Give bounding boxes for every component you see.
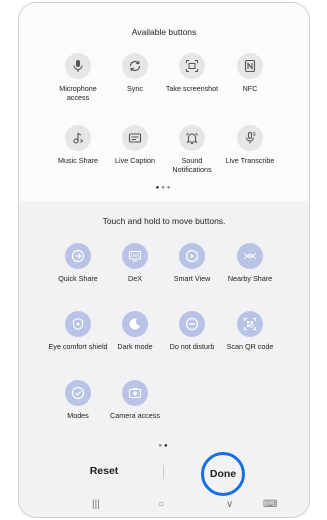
- camera-icon: [122, 380, 148, 406]
- smart-view-icon: [179, 243, 205, 269]
- available-item-sync[interactable]: Sync: [105, 53, 165, 94]
- reset-button[interactable]: Reset: [69, 465, 139, 477]
- action-bar: Reset Done: [19, 451, 309, 496]
- active-item-modes[interactable]: Modes: [48, 380, 108, 421]
- active-item-dex[interactable]: DeX DeX: [105, 243, 165, 284]
- sync-icon: [122, 53, 148, 79]
- active-item-label: Modes: [67, 411, 89, 420]
- available-item-label: Microphone access: [59, 84, 97, 102]
- available-item-microphone[interactable]: Microphone access: [48, 53, 108, 102]
- available-item-music-share[interactable]: Music Share: [48, 125, 108, 166]
- dex-icon: DeX: [122, 243, 148, 269]
- active-item-camera-access[interactable]: Camera access: [105, 380, 165, 421]
- active-item-label: Eye comfort shield: [48, 342, 108, 351]
- svg-text:DeX: DeX: [131, 253, 140, 258]
- music-share-icon: [65, 125, 91, 151]
- active-page-indicator: ●●: [158, 443, 170, 449]
- available-item-label: Music Share: [58, 156, 98, 165]
- active-item-label: DeX: [128, 274, 142, 283]
- modes-icon: [65, 380, 91, 406]
- active-item-do-not-disturb[interactable]: Do not disturb: [162, 311, 222, 352]
- action-divider: [163, 465, 164, 479]
- do-not-disturb-icon: [179, 311, 205, 337]
- microphone-icon: [65, 53, 91, 79]
- eye-comfort-icon: [65, 311, 91, 337]
- move-buttons-hint: Touch and hold to move buttons.: [102, 216, 226, 226]
- qr-code-icon: [237, 311, 263, 337]
- screenshot-icon: [179, 53, 205, 79]
- available-item-screenshot[interactable]: Take screenshot: [162, 53, 222, 94]
- active-item-smart-view[interactable]: Smart View: [162, 243, 222, 284]
- available-item-label: Live Caption: [115, 156, 155, 165]
- available-item-nfc[interactable]: NFC: [220, 53, 280, 94]
- nearby-share-icon: [237, 243, 263, 269]
- active-item-quick-share[interactable]: Quick Share: [48, 243, 108, 284]
- active-item-label: Nearby Share: [227, 274, 273, 283]
- available-item-label: Take screenshot: [165, 84, 219, 93]
- available-item-label: Live Transcribe: [225, 156, 275, 165]
- available-buttons-title: Available buttons: [131, 27, 197, 37]
- available-item-live-caption[interactable]: Live Caption: [105, 125, 165, 166]
- active-item-nearby-share[interactable]: Nearby Share: [220, 243, 280, 284]
- active-item-label: Scan QR code: [226, 342, 274, 351]
- recents-icon[interactable]: |||: [92, 499, 100, 510]
- active-item-label: Do not disturb: [169, 342, 215, 351]
- available-item-label: NFC: [242, 84, 258, 93]
- quick-share-icon: [65, 243, 91, 269]
- active-item-eye-comfort[interactable]: Eye comfort shield: [48, 311, 108, 352]
- available-page-indicator: ●●●: [155, 185, 173, 191]
- available-item-sound-notifications[interactable]: Sound Notifications: [162, 125, 222, 174]
- home-icon[interactable]: ○: [158, 499, 164, 510]
- navigation-bar: ||| ○ ∨ ⌨: [19, 497, 309, 517]
- keyboard-icon[interactable]: ⌨: [263, 499, 277, 510]
- available-item-label: Sync: [127, 84, 143, 93]
- phone-frame: Available buttons Microphone access Sync…: [18, 2, 310, 518]
- live-transcribe-icon: [237, 125, 263, 151]
- available-item-live-transcribe[interactable]: Live Transcribe: [220, 125, 280, 166]
- live-caption-icon: [122, 125, 148, 151]
- available-item-label: Sound Notifications: [172, 156, 212, 174]
- available-buttons-panel: Available buttons Microphone access Sync…: [19, 3, 309, 201]
- back-icon[interactable]: ∨: [226, 499, 233, 510]
- active-item-qr-code[interactable]: Scan QR code: [220, 311, 280, 352]
- active-item-label: Dark mode: [117, 342, 153, 351]
- sound-notifications-icon: [179, 125, 205, 151]
- done-button[interactable]: Done: [201, 452, 245, 496]
- active-item-label: Camera access: [110, 411, 160, 420]
- dark-mode-icon: [122, 311, 148, 337]
- active-item-dark-mode[interactable]: Dark mode: [105, 311, 165, 352]
- active-item-label: Quick Share: [58, 274, 98, 283]
- active-item-label: Smart View: [173, 274, 211, 283]
- nfc-icon: [237, 53, 263, 79]
